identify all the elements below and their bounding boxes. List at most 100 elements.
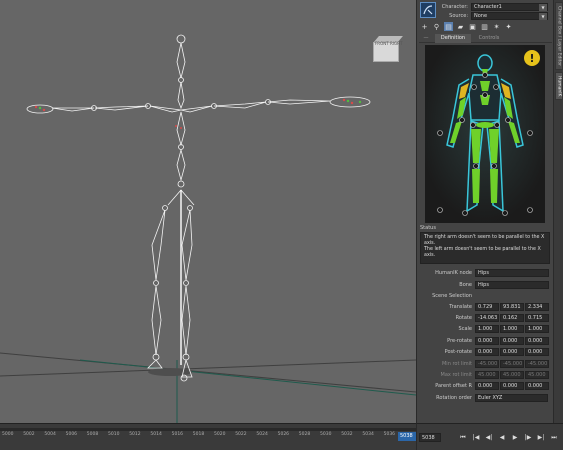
save-icon[interactable]: ▣ bbox=[468, 22, 477, 31]
definition-icon[interactable]: ▤ bbox=[444, 22, 453, 31]
max-rot-y-field[interactable]: 45.000 bbox=[500, 370, 524, 379]
humanik-node-label: HumanIK node bbox=[435, 269, 472, 276]
tab-controls[interactable]: Controls bbox=[473, 34, 505, 43]
current-time-indicator[interactable]: 5038 bbox=[398, 432, 416, 441]
max-rot-z-field[interactable]: 45.000 bbox=[525, 370, 549, 379]
prerotate-y-field[interactable]: 0.000 bbox=[500, 336, 524, 345]
parent-offset-x-field[interactable]: 0.000 bbox=[475, 381, 499, 390]
rotation-order-label: Rotation order bbox=[436, 394, 472, 401]
delete-icon[interactable]: ▥ bbox=[480, 22, 489, 31]
time-slider-track[interactable] bbox=[0, 428, 416, 431]
tab-menu[interactable]: — bbox=[419, 34, 433, 43]
prerotate-row: Pre-rotate 0.000 0.000 0.000 bbox=[419, 336, 553, 345]
step-back-key-icon[interactable]: |◀ bbox=[470, 433, 482, 442]
open-icon[interactable]: ▰ bbox=[456, 22, 465, 31]
timeline-tick-label: 5028 bbox=[298, 432, 311, 437]
humanik-logo-icon bbox=[420, 2, 436, 18]
play-forward-icon[interactable]: ▶ bbox=[509, 433, 521, 442]
viewcube-front-label: FRONT bbox=[375, 41, 389, 46]
postrotate-label: Post-rotate bbox=[444, 348, 472, 355]
fk-icon[interactable]: ✶ bbox=[492, 22, 501, 31]
tab-humanik[interactable]: HumanIK bbox=[555, 72, 563, 100]
scene-selection-row: Scene Selection bbox=[419, 291, 553, 300]
skeleton-view bbox=[0, 34, 416, 423]
min-rot-limit-row: Min rot limit -45.000 -45.000 -45.000 bbox=[419, 359, 553, 368]
rotate-label: Rotate bbox=[455, 314, 472, 321]
tab-channel-box-layer-editor[interactable]: Channel Box / Layer Editor bbox=[555, 2, 563, 70]
scene-selection-label: Scene Selection bbox=[432, 292, 472, 299]
playhead-frame: 5038 bbox=[400, 433, 413, 439]
tab-definition[interactable]: Definition bbox=[435, 34, 471, 43]
parent-offset-z-field[interactable]: 0.000 bbox=[525, 381, 549, 390]
timeline-tick-label: 5020 bbox=[214, 432, 226, 437]
humanik-panel: Character: Character1 ▼ Source: None ▼ +… bbox=[416, 0, 553, 450]
humanik-node-field[interactable]: Hips bbox=[475, 268, 549, 277]
timeline-tick-label: 5036 bbox=[383, 432, 396, 437]
character-row: Character: Character1 ▼ bbox=[439, 3, 548, 11]
timeline-tick-label: 5022 bbox=[235, 432, 247, 437]
character-definition-figure[interactable]: ! bbox=[425, 45, 545, 223]
scale-x-field[interactable]: 1.000 bbox=[475, 324, 499, 333]
side-tabs: Channel Box / Layer Editor HumanIK bbox=[553, 0, 563, 450]
go-to-end-icon[interactable]: ⏭ bbox=[548, 433, 560, 442]
scale-label: Scale bbox=[458, 325, 472, 332]
step-forward-key-icon[interactable]: ▶| bbox=[535, 433, 547, 442]
timeline-tick-label: 5006 bbox=[65, 432, 78, 437]
humanik-node-row: HumanIK node Hips bbox=[419, 268, 553, 277]
prerotate-label: Pre-rotate bbox=[447, 337, 472, 344]
prerotate-x-field[interactable]: 0.000 bbox=[475, 336, 499, 345]
timeline-tick-label: 5016 bbox=[171, 432, 184, 437]
translate-y-field[interactable]: 93.831 bbox=[500, 302, 524, 311]
time-slider[interactable]: 5000 5002 5004 5006 5008 5010 5012 5014 5016 5018… bbox=[0, 423, 416, 450]
postrotate-z-field[interactable]: 0.000 bbox=[525, 347, 549, 356]
translate-z-field[interactable]: 2.334 bbox=[525, 302, 549, 311]
min-rot-limit-label: Min rot limit bbox=[441, 360, 472, 367]
rotate-y-field[interactable]: 0.162 bbox=[500, 313, 524, 322]
timeline-tick-label: 5000 bbox=[2, 432, 14, 437]
source-label: Source: bbox=[449, 13, 468, 19]
play-backward-icon[interactable]: ◀ bbox=[496, 433, 508, 442]
source-dropdown[interactable]: None ▼ bbox=[471, 12, 548, 20]
scale-y-field[interactable]: 1.000 bbox=[500, 324, 524, 333]
step-forward-frame-icon[interactable]: |▶ bbox=[522, 433, 534, 442]
character-value: Character1 bbox=[474, 4, 502, 10]
max-rot-limit-row: Max rot limit 45.000 45.000 45.000 bbox=[419, 370, 553, 379]
translate-x-field[interactable]: 0.729 bbox=[475, 302, 499, 311]
go-to-start-icon[interactable]: ⏮ bbox=[457, 433, 469, 442]
scale-z-field[interactable]: 1.000 bbox=[525, 324, 549, 333]
skeleton-icon[interactable]: ⚲ bbox=[432, 22, 441, 31]
current-frame-field[interactable]: 5038 bbox=[419, 433, 441, 442]
view-cube[interactable]: FRONT RIGHT bbox=[371, 36, 403, 62]
status-line: The right arm doesn't seem to be paralle… bbox=[424, 235, 545, 246]
rotate-x-field[interactable]: -14.063 bbox=[475, 313, 499, 322]
status-line: The left arm doesn't seem to be parallel… bbox=[424, 247, 541, 258]
bone-field[interactable]: Hips bbox=[475, 280, 549, 289]
min-rot-x-field[interactable]: -45.000 bbox=[475, 359, 499, 368]
panel-tabs: — Definition Controls bbox=[419, 34, 552, 43]
min-rot-z-field[interactable]: -45.000 bbox=[525, 359, 549, 368]
timeline-tick-label: 5004 bbox=[44, 432, 56, 437]
3d-viewport[interactable]: FRONT RIGHT bbox=[0, 0, 416, 423]
timeline-tick-label: 5026 bbox=[277, 432, 290, 437]
rotate-z-field[interactable]: 0.715 bbox=[525, 313, 549, 322]
status-label: Status bbox=[420, 225, 436, 231]
ik-icon[interactable]: ✦ bbox=[504, 22, 513, 31]
bone-label: Bone bbox=[459, 281, 472, 288]
prerotate-z-field[interactable]: 0.000 bbox=[525, 336, 549, 345]
timeline-tick-label: 5030 bbox=[320, 432, 332, 437]
playback-controls: 5038 ⏮ |◀ ◀| ◀ ▶ |▶ ▶| ⏭ bbox=[416, 423, 563, 450]
max-rot-x-field[interactable]: 45.000 bbox=[475, 370, 499, 379]
min-rot-y-field[interactable]: -45.000 bbox=[500, 359, 524, 368]
rotation-order-field[interactable]: Euler XYZ bbox=[475, 393, 548, 402]
postrotate-x-field[interactable]: 0.000 bbox=[475, 347, 499, 356]
postrotate-y-field[interactable]: 0.000 bbox=[500, 347, 524, 356]
step-back-frame-icon[interactable]: ◀| bbox=[483, 433, 495, 442]
timeline-tick-label: 5010 bbox=[108, 432, 120, 437]
max-rot-limit-label: Max rot limit bbox=[440, 371, 472, 378]
timeline-tick-label: 5018 bbox=[192, 432, 205, 437]
parent-offset-y-field[interactable]: 0.000 bbox=[500, 381, 524, 390]
svg-text:!: ! bbox=[529, 52, 534, 65]
character-dropdown[interactable]: Character1 ▼ bbox=[471, 3, 548, 11]
add-icon[interactable]: + bbox=[420, 22, 429, 31]
timeline-tick-label: 5032 bbox=[341, 432, 353, 437]
